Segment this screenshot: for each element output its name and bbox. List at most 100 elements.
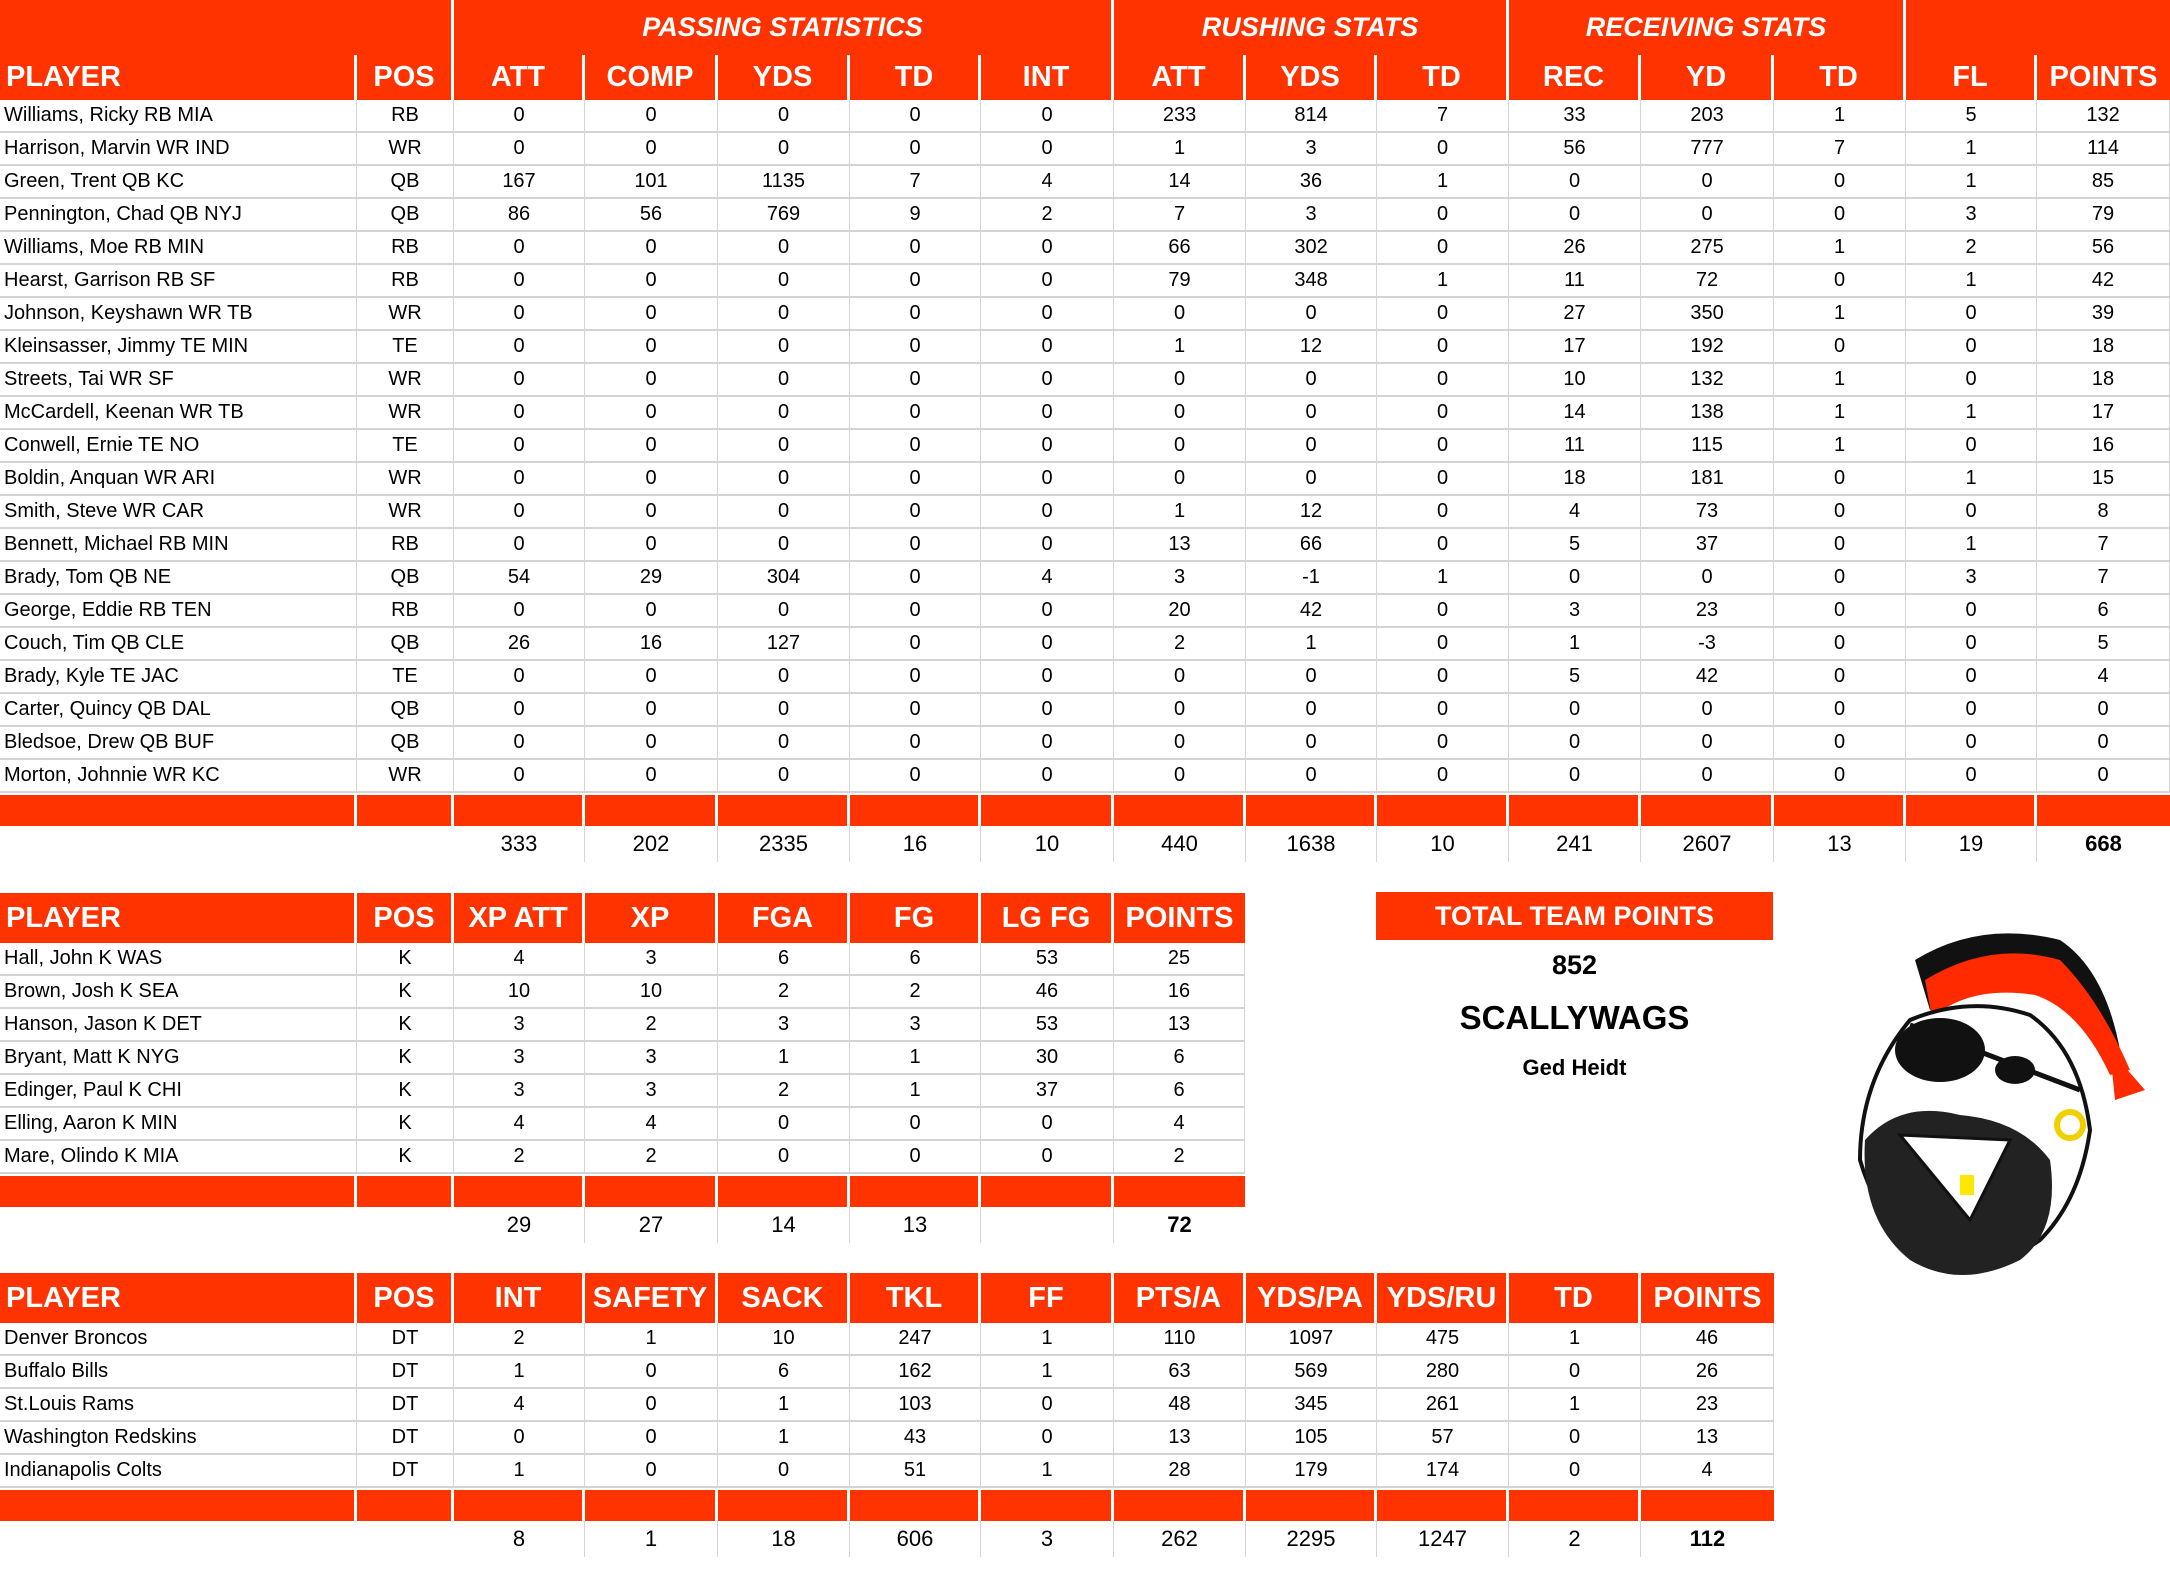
table-row: George, Eddie RB TEN RB 0 0 0 0 0 20 42 0 3 23 0 0 6 — [0, 595, 2170, 628]
stat-value: 2 — [454, 1141, 585, 1174]
position: DT — [357, 1323, 454, 1356]
position: WR — [357, 463, 454, 496]
column-header-yd: YD — [1641, 55, 1775, 100]
stat-value: 0 — [1246, 727, 1378, 760]
stat-value: 0 — [850, 727, 981, 760]
player-name: McCardell, Keenan WR TB — [0, 397, 357, 430]
table-row: Washington Redskins DT 0 0 1 43 0 13 105 57 0 13 — [0, 1422, 1774, 1455]
stat-value: 345 — [1246, 1389, 1377, 1422]
total-value: 202 — [585, 826, 718, 862]
stat-value: 43 — [850, 1422, 981, 1455]
stat-value: 275 — [1641, 232, 1775, 265]
stat-value: 18 — [2037, 364, 2170, 397]
stat-value: 4 — [1641, 1455, 1774, 1488]
stat-value: 0 — [585, 694, 718, 727]
stat-value: 0 — [718, 760, 850, 793]
stat-value: 0 — [1774, 331, 1907, 364]
stat-value: 0 — [1774, 661, 1907, 694]
stat-value: 72 — [1641, 265, 1775, 298]
kicker-stats-table: PLAYER POS XP ATT XP FGA FG LG FG POINTS Hall, … — [0, 893, 1245, 1243]
stat-value: 6 — [1114, 1042, 1245, 1075]
stat-value: 0 — [585, 331, 718, 364]
table-row: Smith, Steve WR CAR WR 0 0 0 0 0 1 12 0 4 73 0 0 8 — [0, 496, 2170, 529]
player-name: Hearst, Garrison RB SF — [0, 265, 357, 298]
stat-value: 0 — [1377, 727, 1510, 760]
stat-value: 0 — [981, 661, 1115, 694]
column-header-yds-pa: YDS/PA — [1246, 1273, 1377, 1323]
table-row: Bryant, Matt K NYG K 3 3 1 1 30 6 — [0, 1042, 1245, 1075]
stat-value: 63 — [1114, 1356, 1246, 1389]
column-header-pos: POS — [357, 55, 454, 100]
stat-value: 0 — [1509, 694, 1642, 727]
separator-cell — [1641, 793, 1775, 826]
player-name: Denver Broncos — [0, 1323, 357, 1356]
stat-value: 0 — [585, 133, 718, 166]
stat-value: 5 — [1509, 529, 1642, 562]
stat-value: 6 — [2037, 595, 2170, 628]
group-header-receiving: RECEIVING STATS — [1509, 0, 1907, 55]
stat-value: 3 — [585, 1075, 718, 1108]
stat-value: 0 — [718, 463, 850, 496]
stat-value: 0 — [1641, 166, 1775, 199]
position: QB — [357, 166, 454, 199]
stat-value: 0 — [981, 133, 1115, 166]
player-name: Kleinsasser, Jimmy TE MIN — [0, 331, 357, 364]
stat-value: 14 — [1509, 397, 1642, 430]
column-header-points: POINTS — [1641, 1273, 1774, 1323]
stat-value: 0 — [1641, 727, 1775, 760]
total-value: 440 — [1114, 826, 1247, 862]
stat-value: 0 — [454, 1422, 585, 1455]
stat-value: 0 — [1377, 628, 1510, 661]
stat-value: 2 — [1114, 1141, 1245, 1174]
stat-value: 0 — [850, 1108, 981, 1141]
position: K — [357, 943, 454, 976]
stat-value: 6 — [718, 1356, 850, 1389]
stat-value: 0 — [2037, 694, 2170, 727]
stat-value: 0 — [718, 364, 850, 397]
totals-row: 29 27 14 13 72 — [0, 1207, 1245, 1243]
stat-value: 0 — [1641, 562, 1775, 595]
table-row: Conwell, Ernie TE NO TE 0 0 0 0 0 0 0 0 11 115 1 0 16 — [0, 430, 2170, 463]
stat-value: 1 — [718, 1042, 850, 1075]
total-value: 2607 — [1641, 826, 1775, 862]
column-header-pos: POS — [357, 893, 454, 943]
position: WR — [357, 133, 454, 166]
position: DT — [357, 1455, 454, 1488]
total-value: 241 — [1509, 826, 1642, 862]
group-header-rushing: RUSHING STATS — [1114, 0, 1510, 55]
table-row: Indianapolis Colts DT 1 0 0 51 1 28 179 174 0 4 — [0, 1455, 1774, 1488]
separator-cell — [718, 1174, 850, 1207]
separator-cell — [585, 793, 718, 826]
stat-value: 0 — [1246, 298, 1378, 331]
stat-value: 181 — [1641, 463, 1775, 496]
stat-value: 0 — [718, 397, 850, 430]
stat-value: 26 — [1509, 232, 1642, 265]
stat-value: 0 — [1114, 364, 1247, 397]
total-value — [0, 826, 357, 862]
separator-cell — [1114, 793, 1247, 826]
table-row: Mare, Olindo K MIA K 2 2 0 0 0 2 — [0, 1141, 1245, 1174]
stat-value: 0 — [454, 397, 585, 430]
stat-value: 0 — [1114, 760, 1247, 793]
separator-cell — [850, 1488, 981, 1521]
separator-cell — [1114, 1174, 1245, 1207]
position: DT — [357, 1422, 454, 1455]
stat-value: 0 — [585, 364, 718, 397]
stat-value: 0 — [1906, 298, 2038, 331]
stat-value: 3 — [454, 1042, 585, 1075]
stat-value: 0 — [1377, 364, 1510, 397]
total-value: 1 — [585, 1521, 718, 1557]
stat-value: 0 — [1641, 199, 1775, 232]
stat-value: 2 — [1114, 628, 1247, 661]
player-name: Elling, Aaron K MIN — [0, 1108, 357, 1141]
column-header-int: INT — [981, 55, 1115, 100]
stat-value: 0 — [1906, 496, 2038, 529]
stat-value: 10 — [1509, 364, 1642, 397]
stat-value: 1 — [850, 1042, 981, 1075]
table-row: Pennington, Chad QB NYJ QB 86 56 769 9 2 7 3 0 0 0 0… — [0, 199, 2170, 232]
separator-cell — [1246, 1488, 1377, 1521]
stat-value: 0 — [1509, 727, 1642, 760]
stat-value: 0 — [585, 1389, 718, 1422]
column-header-fl: FL — [1906, 55, 2038, 100]
stat-value: 162 — [850, 1356, 981, 1389]
